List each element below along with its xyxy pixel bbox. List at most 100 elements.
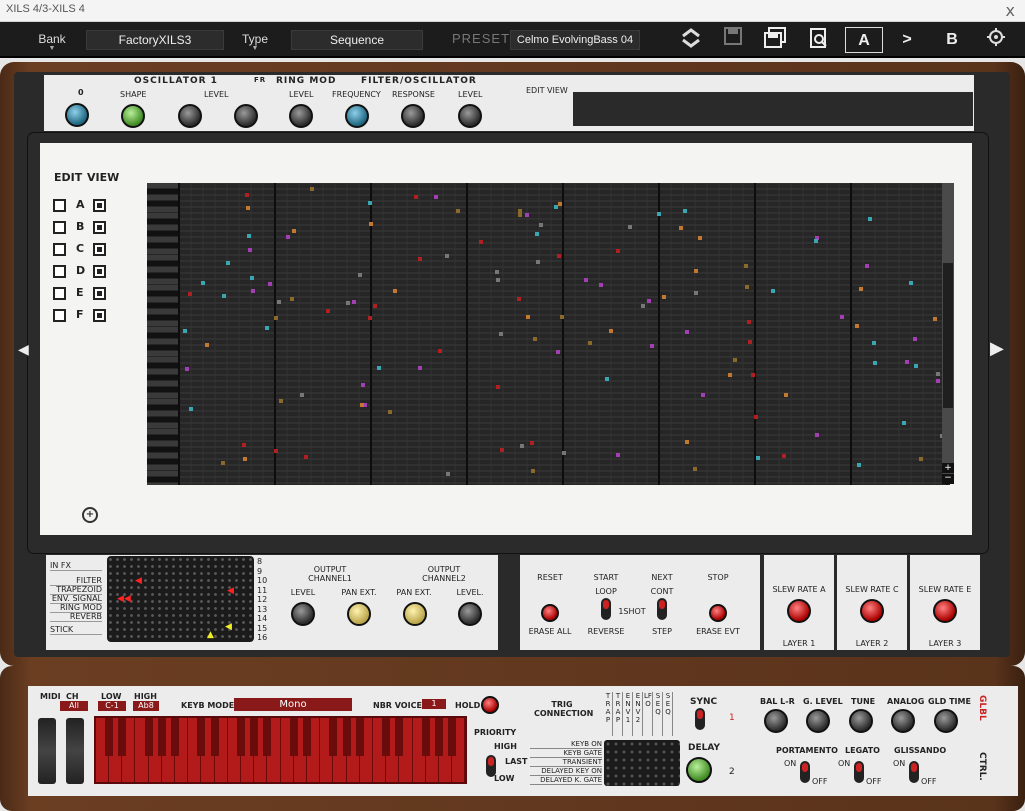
edit-checkbox-a[interactable] xyxy=(53,199,66,212)
view-checkbox-c[interactable] xyxy=(93,243,106,256)
save-as-icon[interactable] xyxy=(756,27,794,53)
black-key[interactable] xyxy=(105,718,113,756)
load-icon[interactable] xyxy=(800,27,838,53)
close-icon[interactable]: x xyxy=(1006,1,1015,20)
settings-gear-icon[interactable] xyxy=(977,27,1015,53)
keyb-mode-field[interactable]: Mono xyxy=(234,698,352,711)
type-dropdown[interactable]: Type ▼ xyxy=(241,32,269,52)
black-key[interactable] xyxy=(421,718,430,756)
frequency-knob[interactable] xyxy=(345,104,369,128)
bank-value[interactable]: FactoryXILS3 xyxy=(86,30,224,50)
view-checkbox-e[interactable] xyxy=(93,287,106,300)
edit-checkbox-c[interactable] xyxy=(53,243,66,256)
sequencer-event-grid[interactable] xyxy=(147,182,950,488)
bank-dropdown[interactable]: Bank ▼ xyxy=(38,32,66,52)
black-key[interactable] xyxy=(250,718,259,756)
view-checkbox-d[interactable] xyxy=(93,265,106,278)
matrix-pin-icon[interactable]: ◀ xyxy=(225,622,232,632)
black-key[interactable] xyxy=(382,718,391,756)
hold-button[interactable] xyxy=(481,696,499,714)
erase-evt-button[interactable] xyxy=(709,604,727,622)
preset-b-button[interactable]: B xyxy=(933,27,971,53)
zoom-in-button[interactable]: + xyxy=(942,463,954,473)
black-key[interactable] xyxy=(263,718,272,756)
matrix-pin-icon[interactable]: ◀◀ xyxy=(117,594,131,604)
black-key[interactable] xyxy=(237,718,245,756)
black-key[interactable] xyxy=(144,718,153,756)
zoom-out-button[interactable]: − xyxy=(942,474,954,484)
routing-item[interactable]: REVERB xyxy=(50,612,102,622)
level-saw-knob[interactable] xyxy=(234,104,258,128)
output-level2-knob[interactable] xyxy=(458,602,482,626)
black-key[interactable] xyxy=(435,718,443,756)
low-note-field[interactable]: C-1 xyxy=(98,701,126,711)
legato-switch[interactable] xyxy=(854,761,864,783)
edit-checkbox-e[interactable] xyxy=(53,287,66,300)
bal-knob[interactable] xyxy=(764,709,788,733)
priority-switch[interactable] xyxy=(486,755,496,777)
edit-checkbox-f[interactable] xyxy=(53,309,66,322)
black-key[interactable] xyxy=(171,718,179,756)
glissando-switch[interactable] xyxy=(909,761,919,783)
preset-a-button[interactable]: A xyxy=(845,27,883,53)
preset-value[interactable]: Celmo EvolvingBass 04 xyxy=(510,30,640,50)
portamento-switch[interactable] xyxy=(800,761,810,783)
slew-rate-knob[interactable] xyxy=(860,599,884,623)
response-knob[interactable] xyxy=(401,104,425,128)
delay-knob[interactable] xyxy=(686,757,712,783)
view-checkbox-f[interactable] xyxy=(93,309,106,322)
view-checkbox-b[interactable] xyxy=(93,221,106,234)
output-level1-knob[interactable] xyxy=(291,602,315,626)
save-icon[interactable] xyxy=(714,27,752,53)
gld-time-knob[interactable] xyxy=(934,709,958,733)
magnify-icon[interactable]: + xyxy=(82,507,98,523)
trig-matrix[interactable] xyxy=(604,740,680,786)
piano-keyboard[interactable] xyxy=(94,716,467,784)
grid-vertical-scrollbar[interactable] xyxy=(942,183,954,483)
slew-rate-knob[interactable] xyxy=(933,599,957,623)
prev-panel-arrow-icon[interactable]: ◀ xyxy=(18,342,29,358)
black-key[interactable] xyxy=(303,718,311,756)
midi-channel-field[interactable]: All xyxy=(60,701,88,711)
view-checkbox-a[interactable] xyxy=(93,199,106,212)
event-grid-canvas[interactable] xyxy=(147,182,950,488)
scrollbar-thumb[interactable] xyxy=(943,263,953,408)
black-key[interactable] xyxy=(157,718,166,756)
next-panel-arrow-icon[interactable]: ▶ xyxy=(990,338,1004,359)
osc-octave-knob[interactable] xyxy=(65,103,89,127)
routing-item[interactable]: STICK xyxy=(50,625,102,635)
slew-rate-knob[interactable] xyxy=(787,599,811,623)
filter-level-knob[interactable] xyxy=(458,104,482,128)
matrix-pin-icon[interactable]: ◀ xyxy=(227,586,234,596)
black-key[interactable] xyxy=(210,718,219,756)
edit-checkbox-d[interactable] xyxy=(53,265,66,278)
preset-updown-icon[interactable] xyxy=(672,27,710,53)
pan-ext1-knob[interactable] xyxy=(347,602,371,626)
black-key[interactable] xyxy=(197,718,206,756)
black-key[interactable] xyxy=(329,718,338,756)
level-sine-knob[interactable] xyxy=(178,104,202,128)
sync-switch[interactable] xyxy=(695,708,705,730)
cont-step-toggle[interactable] xyxy=(657,598,667,620)
matrix-pin-icon[interactable]: ▲ xyxy=(207,630,214,640)
glbl-tab[interactable]: GLBL xyxy=(977,695,987,721)
glevel-knob[interactable] xyxy=(806,709,830,733)
erase-all-button[interactable] xyxy=(541,604,559,622)
mod-wheel[interactable] xyxy=(66,718,84,784)
edit-checkbox-b[interactable] xyxy=(53,221,66,234)
black-key[interactable] xyxy=(289,718,298,756)
pitch-wheel[interactable] xyxy=(38,718,56,784)
black-key[interactable] xyxy=(118,718,127,756)
matrix-pin-icon[interactable]: ◀ xyxy=(135,576,142,586)
analog-knob[interactable] xyxy=(891,709,915,733)
black-key[interactable] xyxy=(395,718,404,756)
black-key[interactable] xyxy=(342,718,351,756)
black-key[interactable] xyxy=(355,718,364,756)
routing-matrix[interactable]: ◀ ◀◀ ◀ ◀ ▲ xyxy=(107,556,254,642)
pan-ext2-knob[interactable] xyxy=(403,602,427,626)
high-note-field[interactable]: Ab8 xyxy=(133,701,159,711)
shape-knob[interactable] xyxy=(121,104,145,128)
nbr-voices-field[interactable]: 1 xyxy=(422,699,446,709)
type-value[interactable]: Sequence xyxy=(291,30,423,50)
black-key[interactable] xyxy=(448,718,457,756)
